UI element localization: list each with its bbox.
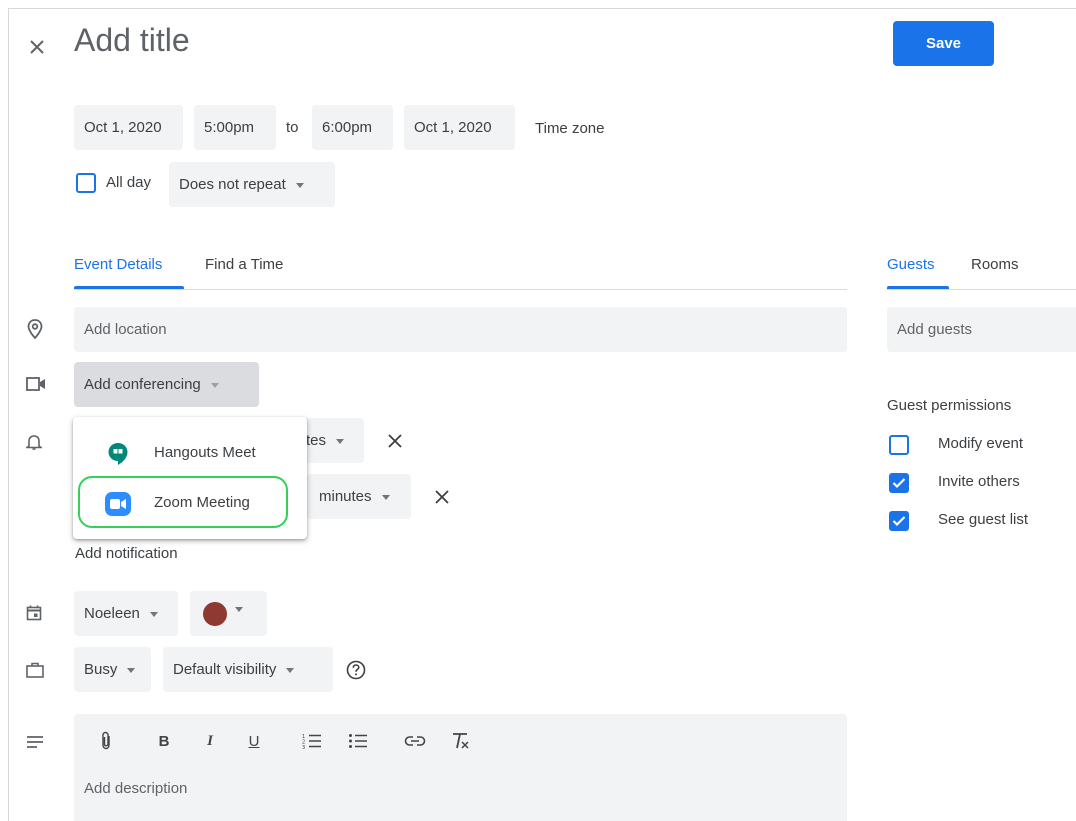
repeat-value: Does not repeat [179,176,286,193]
tab-guests[interactable]: Guests [887,256,935,273]
checkmark-icon [892,478,906,489]
calendar-owner: Noeleen [84,605,140,622]
visibility-value: Default visibility [173,661,277,678]
chevron-down-icon [149,612,158,617]
tabs-divider-left [74,289,847,290]
add-guests-input[interactable]: Add guests [887,307,1076,352]
calendar-owner-dropdown[interactable]: Noeleen [74,591,178,636]
add-notification-link[interactable]: Add notification [75,545,178,562]
see-guest-list-label: See guest list [938,511,1029,528]
menu-item-zoom-meeting[interactable]: Zoom Meeting [73,476,307,528]
numbered-list-icon[interactable]: 123 [300,728,324,754]
start-time-chip[interactable]: 5:00pm [194,105,276,150]
save-button-label: Save [925,35,962,52]
to-label: to [286,119,299,136]
conferencing-menu: Hangouts Meet Zoom Meeting [73,417,307,539]
add-conferencing-dropdown[interactable]: Add conferencing [74,362,259,407]
modify-event-label: Modify event [938,435,1024,452]
notification2-unit-dropdown[interactable]: minutes [307,474,411,519]
start-date-chip[interactable]: Oct 1, 2020 [74,105,183,150]
tab-event-details[interactable]: Event Details [74,256,162,273]
hangouts-meet-icon [106,442,130,466]
guest-permissions-title: Guest permissions [887,397,1012,414]
end-time: 6:00pm [322,119,373,136]
repeat-dropdown[interactable]: Does not repeat [169,162,335,207]
remove-notification-2-icon[interactable] [432,487,452,507]
chevron-down-icon [295,183,304,188]
invite-others-checkbox[interactable] [889,473,909,493]
chevron-down-icon [235,607,243,612]
all-day-checkbox[interactable] [76,173,96,193]
location-input[interactable]: Add location [74,307,847,352]
invite-others-label: Invite others [938,473,1020,490]
modify-event-checkbox[interactable] [889,435,909,455]
all-day-label: All day [106,174,152,191]
attachment-icon[interactable] [96,728,116,754]
chevron-down-icon [127,668,136,673]
start-date: Oct 1, 2020 [84,119,162,136]
close-icon[interactable] [24,34,50,60]
briefcase-icon [24,660,46,680]
bell-icon [24,431,44,453]
event-color-dropdown[interactable] [190,591,267,636]
menu-item-hangouts-meet[interactable]: Hangouts Meet [73,428,307,478]
location-pin-icon [24,317,46,341]
chevron-down-icon [286,668,295,673]
end-date: Oct 1, 2020 [414,119,492,136]
add-guests-placeholder: Add guests [897,321,973,338]
video-camera-icon [24,374,48,394]
description-placeholder: Add description [84,780,188,797]
bulleted-list-icon[interactable] [346,728,370,754]
tabs-divider-right [887,289,1076,290]
chevron-down-icon [210,383,219,388]
checkmark-icon [892,516,906,527]
description-icon [24,733,46,751]
svg-text:3: 3 [302,745,305,749]
save-button[interactable]: Save [893,21,994,66]
location-placeholder: Add location [84,321,167,338]
add-conferencing-label: Add conferencing [84,376,201,393]
chevron-down-icon [336,439,345,444]
tab-rooms[interactable]: Rooms [971,256,1019,273]
visibility-dropdown[interactable]: Default visibility [163,647,333,692]
underline-icon[interactable]: U [244,728,264,754]
timezone-link[interactable]: Time zone [535,120,604,137]
calendar-icon [24,603,44,623]
availability-dropdown[interactable]: Busy [74,647,151,692]
start-time: 5:00pm [204,119,255,136]
bold-icon[interactable]: B [154,728,174,754]
end-time-chip[interactable]: 6:00pm [312,105,393,150]
end-date-chip[interactable]: Oct 1, 2020 [404,105,515,150]
italic-icon[interactable]: I [200,728,220,754]
clear-formatting-icon[interactable] [448,728,472,754]
zoom-icon [104,491,132,517]
availability-value: Busy [84,661,118,678]
see-guest-list-checkbox[interactable] [889,511,909,531]
title-input[interactable]: Add title [74,22,190,59]
tab-find-a-time[interactable]: Find a Time [205,256,283,273]
chevron-down-icon [381,495,390,500]
remove-notification-1-icon[interactable] [385,431,405,451]
link-icon[interactable] [402,728,428,754]
menu-item-zoom-meeting-label: Zoom Meeting [154,494,250,511]
event-color-swatch [203,601,227,626]
menu-item-hangouts-meet-label: Hangouts Meet [154,444,256,461]
notification2-unit: minutes [319,488,372,505]
notification1-unit: tes [306,432,327,449]
help-icon[interactable] [345,659,367,681]
